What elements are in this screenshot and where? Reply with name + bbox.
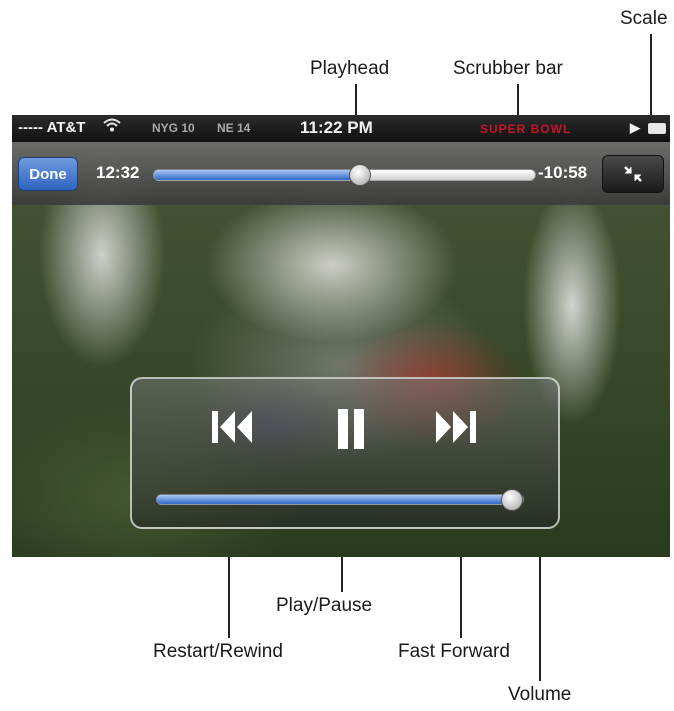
score-ne: NE 14 [217,121,251,135]
video-player-screen: ----- AT&T NYG 10 NE 14 11:22 PM SUPER B… [12,115,670,557]
scale-button[interactable] [602,155,664,193]
playhead[interactable] [348,164,371,186]
rewind-button[interactable] [208,407,256,452]
callout-playhead: Playhead [310,58,390,79]
rewind-icon [212,411,252,443]
scale-icon [624,166,642,182]
volume-slider[interactable] [156,488,524,511]
carrier-name: ----- AT&T [18,119,86,136]
score-nyg: NYG 10 [152,121,195,135]
elapsed-time: 12:32 [96,163,140,182]
broadcast-brand: SUPER BOWL [480,122,572,136]
volume-knob[interactable] [501,488,524,511]
volume-level [157,495,513,504]
callout-volume: Volume [508,684,572,705]
callout-restart-rewind: Restart/Rewind [153,641,283,662]
top-control-bar: Done 12:32 -10:58 [12,142,670,205]
wifi-icon [102,117,122,136]
battery-icon [648,123,666,134]
fast-forward-button[interactable] [432,407,480,452]
callout-fast-forward: Fast Forward [398,641,510,662]
remaining-time: -10:58 [538,163,588,182]
done-button[interactable]: Done [18,157,78,191]
scrubber-progress [154,170,360,180]
callout-scale: Scale [620,8,668,29]
play-indicator-icon: ▶ [630,120,640,135]
callout-play-pause: Play/Pause [276,595,373,616]
transport-controls [130,377,560,529]
status-time: 11:22 PM [300,118,373,137]
pause-icon [338,409,364,449]
scrubber-bar[interactable] [153,164,536,186]
status-bar: ----- AT&T NYG 10 NE 14 11:22 PM SUPER B… [12,115,670,142]
play-pause-button[interactable] [332,407,372,456]
fast-forward-icon [436,411,476,443]
callout-scrubber-bar: Scrubber bar [453,58,563,79]
